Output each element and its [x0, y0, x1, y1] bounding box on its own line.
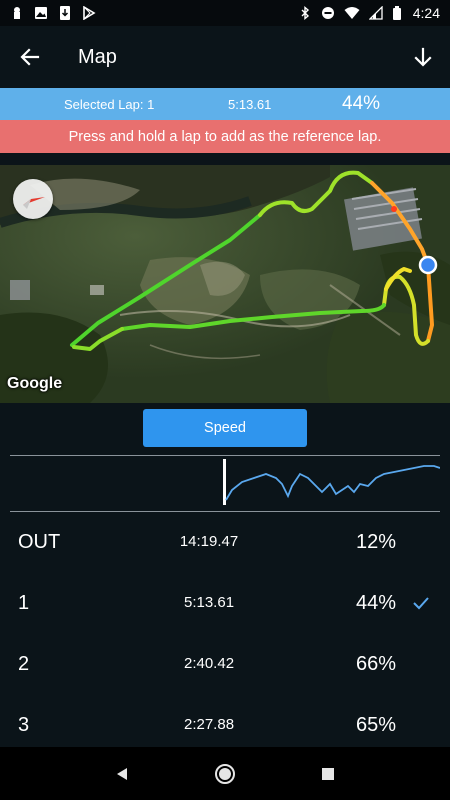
battery-icon	[392, 6, 401, 20]
hint-banner: Press and hold a lap to add as the refer…	[0, 120, 450, 153]
compass-button[interactable]	[13, 179, 53, 219]
google-attribution: Google	[7, 375, 63, 392]
lap-name: 3	[18, 714, 30, 736]
bluetooth-icon	[301, 6, 309, 20]
status-bar: 4:24	[0, 0, 450, 26]
lap-time: 14:19.47	[179, 533, 239, 550]
speed-button[interactable]: Speed	[143, 409, 307, 447]
chart-cursor	[223, 459, 226, 505]
lap-time: 2:27.88	[183, 716, 235, 733]
lap-percent: 44%	[356, 592, 397, 614]
lap-row-3[interactable]: 3 2:27.88 65%	[0, 695, 450, 747]
arrow-down-icon	[414, 47, 432, 67]
track-map[interactable]: Google	[0, 165, 450, 403]
selected-lap-label: Selected Lap: 1	[64, 96, 155, 112]
compass-icon	[23, 197, 45, 209]
lap-row-1[interactable]: 1 5:13.61 44%	[0, 573, 450, 634]
nav-back-button[interactable]	[107, 759, 137, 789]
image-icon	[35, 7, 47, 19]
speed-chart-plot	[223, 459, 440, 505]
do-not-disturb-icon	[321, 7, 334, 19]
lap-name: OUT	[18, 531, 61, 553]
lap-percent: 66%	[356, 653, 397, 675]
lap-time: 2:40.42	[183, 655, 235, 672]
selected-lap-percent: 44%	[342, 93, 381, 114]
nav-home-button[interactable]	[210, 759, 240, 789]
circle-home-icon	[214, 763, 235, 784]
check-icon	[413, 597, 429, 610]
status-time: 4:24	[412, 5, 440, 21]
download-button[interactable]	[396, 26, 450, 88]
page-title: Map	[78, 45, 117, 68]
wifi-icon	[344, 7, 360, 19]
nav-recents-button[interactable]	[313, 759, 343, 789]
notification-icon	[14, 7, 20, 19]
app-bar: Map	[0, 26, 450, 88]
lap-percent: 65%	[356, 714, 397, 736]
lap-name: 1	[18, 592, 30, 614]
lap-percent: 12%	[356, 531, 397, 553]
square-recents-icon	[322, 767, 335, 780]
speed-series-line	[225, 465, 440, 501]
arrow-left-icon	[20, 48, 40, 66]
selected-lap-banner: Selected Lap: 1 5:13.61 44%	[0, 88, 450, 120]
lap-row-2[interactable]: 2 2:40.42 66%	[0, 634, 450, 695]
system-nav-bar	[0, 747, 450, 800]
satellite-map	[0, 165, 450, 403]
play-store-icon	[83, 6, 96, 20]
back-button[interactable]	[0, 26, 60, 88]
triangle-back-icon	[116, 767, 127, 780]
speed-chart[interactable]	[10, 455, 440, 512]
cellular-signal-icon	[368, 6, 383, 20]
selected-lap-time: 5:13.61	[228, 96, 272, 112]
lap-name: 2	[18, 653, 30, 675]
lap-list: OUT 14:19.47 12% 1 5:13.61 44% 2 2:40.42…	[0, 512, 450, 747]
download-notification-icon	[60, 6, 70, 20]
lap-time: 5:13.61	[183, 594, 235, 611]
lap-row-out[interactable]: OUT 14:19.47 12%	[0, 512, 450, 573]
